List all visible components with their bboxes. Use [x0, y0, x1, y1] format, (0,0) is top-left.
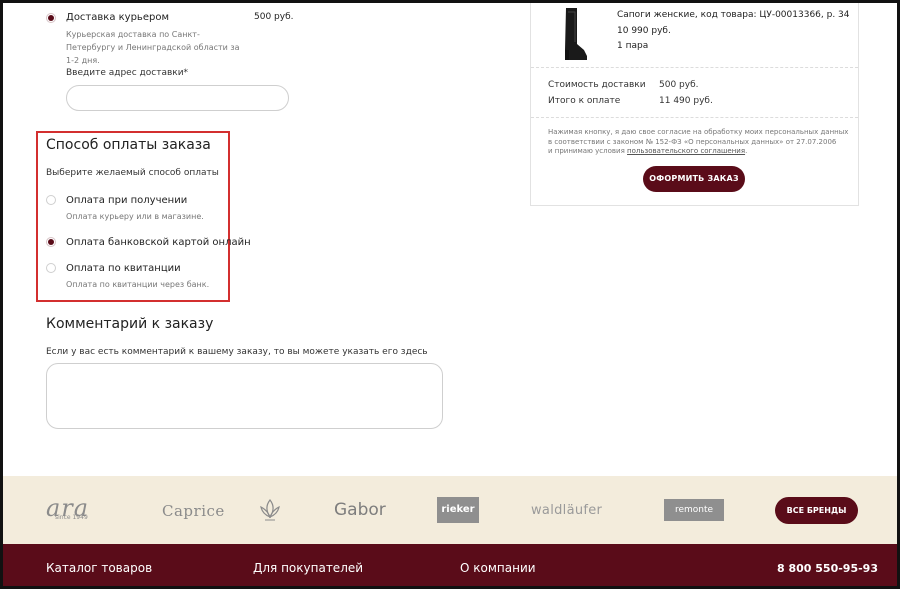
footer-about-link[interactable]: О компании — [460, 561, 536, 575]
total-value: 11 490 руб. — [659, 96, 713, 106]
brand-logo-leaf-icon[interactable] — [257, 497, 283, 523]
brand-logo-caprice[interactable]: Caprice — [162, 502, 225, 520]
comment-textarea[interactable] — [46, 363, 443, 429]
payment-title: Способ оплаты заказа — [46, 137, 211, 153]
brand-logo-remonte-box[interactable]: remonte — [664, 499, 724, 521]
brand-logo-gabor[interactable]: Gabor — [334, 500, 386, 520]
payment-on-receipt-radio[interactable] — [46, 195, 56, 205]
payment-card-online-label[interactable]: Оплата банковской картой онлайн — [66, 237, 251, 248]
total-label: Итого к оплате — [548, 96, 621, 106]
product-price: 10 990 руб. — [617, 26, 671, 36]
summary-divider-2 — [531, 117, 858, 118]
brand-logo-rieker: rieker — [441, 504, 475, 515]
payment-card-online-radio[interactable] — [46, 237, 56, 247]
payment-on-receipt-label[interactable]: Оплата при получении — [66, 195, 187, 206]
delivery-cost-value: 500 руб. — [659, 80, 699, 90]
all-brands-button[interactable]: ВСЕ БРЕНДЫ — [775, 497, 858, 524]
payment-invoice-desc: Оплата по квитанции через банк. — [66, 280, 210, 289]
delivery-courier-label[interactable]: Доставка курьером — [66, 12, 169, 23]
user-agreement-link[interactable]: пользовательского соглашения — [627, 147, 745, 155]
place-order-button[interactable]: ОФОРМИТЬ ЗАКАЗ — [643, 166, 745, 192]
comment-title: Комментарий к заказу — [46, 316, 214, 332]
brand-logo-ara-since: since 1949 — [55, 514, 88, 521]
summary-divider — [531, 67, 858, 68]
brand-logo-waldlaufer[interactable]: waldläufer — [531, 503, 602, 518]
product-qty: 1 пара — [617, 41, 649, 51]
delivery-courier-desc: Курьерская доставка по Санкт- Петербургу… — [66, 30, 240, 65]
product-name[interactable]: Сапоги женские, код товара: ЦУ-00013366,… — [617, 10, 850, 20]
boot-product-image[interactable] — [554, 6, 592, 62]
footer-customers-link[interactable]: Для покупателей — [253, 561, 363, 575]
payment-on-receipt-desc: Оплата курьеру или в магазине. — [66, 212, 204, 221]
delivery-courier-radio[interactable] — [46, 13, 56, 23]
payment-invoice-radio[interactable] — [46, 263, 56, 273]
address-input[interactable] — [66, 85, 289, 111]
brand-logo-remonte: remonte — [674, 505, 714, 515]
delivery-cost-label: Стоимость доставки — [548, 80, 646, 90]
comment-hint: Если у вас есть комментарий к вашему зак… — [46, 347, 428, 357]
consent-text: Нажимая кнопку, я даю свое согласие на о… — [548, 128, 849, 155]
payment-subtitle: Выберите желаемый способ оплаты — [46, 168, 219, 178]
payment-invoice-label[interactable]: Оплата по квитанции — [66, 263, 181, 274]
footer-phone[interactable]: 8 800 550-95-93 — [777, 562, 878, 575]
address-label: Введите адрес доставки* — [66, 68, 189, 78]
delivery-courier-price: 500 руб. — [254, 12, 294, 22]
brand-logo-rieker-box[interactable]: rieker — [437, 497, 479, 523]
footer-catalog-link[interactable]: Каталог товаров — [46, 561, 152, 575]
